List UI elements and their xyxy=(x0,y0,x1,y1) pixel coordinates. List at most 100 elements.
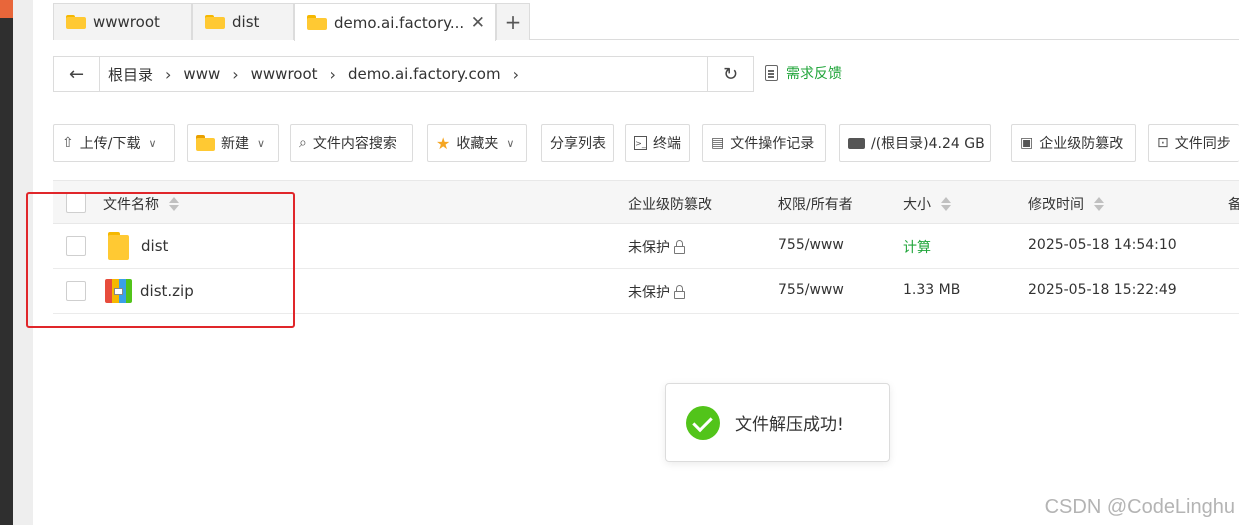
table-row[interactable]: dist 未保护 755/www 计算 2025-05-18 14:54:10 xyxy=(53,224,1239,269)
zip-archive-icon xyxy=(105,279,132,303)
tab-wwwroot[interactable]: wwwroot xyxy=(53,3,192,40)
header-size-label: 大小 xyxy=(903,197,931,213)
size-calc-link[interactable]: 计算 xyxy=(903,237,931,257)
search-content-label: 文件内容搜索 xyxy=(312,136,397,152)
toast-message: 文件解压成功! xyxy=(735,415,844,435)
permission-cell[interactable]: 755/www xyxy=(778,282,844,298)
log-icon: ▤ xyxy=(711,135,725,151)
chevron-right-icon[interactable]: › xyxy=(165,65,171,84)
disk-button[interactable]: /(根目录)4.24 GB xyxy=(839,124,991,162)
folder-icon xyxy=(307,15,327,30)
new-button[interactable]: 新建 ∨ xyxy=(187,124,279,162)
row-checkbox[interactable] xyxy=(66,281,86,301)
tab-label: wwwroot xyxy=(93,13,160,31)
success-toast: 文件解压成功! xyxy=(665,383,890,462)
upload-icon: ⇧ xyxy=(62,135,74,151)
new-folder-icon xyxy=(196,135,215,151)
breadcrumb-root[interactable]: 根目录 xyxy=(108,64,153,85)
header-mtime[interactable]: 修改时间 xyxy=(1028,194,1104,214)
header-tamper: 企业级防篡改 xyxy=(628,197,712,213)
sort-icon[interactable] xyxy=(169,197,179,211)
header-permission: 权限/所有者 xyxy=(778,197,853,213)
operation-log-button[interactable]: ▤ 文件操作记录 xyxy=(702,124,826,162)
tamper-button[interactable]: ▣ 企业级防篡改 xyxy=(1011,124,1136,162)
unlock-icon[interactable] xyxy=(674,240,685,254)
tab-bar: wwwroot dist demo.ai.factory... ✕ + xyxy=(53,0,1239,41)
breadcrumb-www[interactable]: www xyxy=(183,65,220,83)
sidebar-accent xyxy=(0,0,13,18)
permission-cell[interactable]: 755/www xyxy=(778,237,844,253)
back-arrow-icon[interactable]: ← xyxy=(54,57,100,91)
sort-icon[interactable] xyxy=(1094,197,1104,211)
favorites-button[interactable]: ★ 收藏夹 ∨ xyxy=(427,124,527,162)
header-name[interactable]: 文件名称 xyxy=(103,194,179,214)
chevron-right-icon[interactable]: › xyxy=(232,65,238,84)
terminal-icon: >_ xyxy=(634,136,647,150)
operation-log-label: 文件操作记录 xyxy=(730,136,815,152)
folder-icon xyxy=(66,14,86,30)
tab-label: dist xyxy=(232,13,260,31)
upload-download-button[interactable]: ⇧ 上传/下载 ∨ xyxy=(53,124,175,162)
chevron-down-icon: ∨ xyxy=(257,136,266,150)
file-sync-label: 文件同步 xyxy=(1174,136,1231,152)
tamper-status: 未保护 xyxy=(628,285,670,301)
search-icon: ⌕ xyxy=(299,135,307,151)
chevron-down-icon: ∨ xyxy=(506,136,515,150)
breadcrumb: 根目录 › www › wwwroot › demo.ai.factory.co… xyxy=(108,64,531,85)
close-icon[interactable]: ✕ xyxy=(471,13,485,33)
tamper-cell: 未保护 xyxy=(628,282,685,302)
mtime-cell: 2025-05-18 15:22:49 xyxy=(1028,282,1177,298)
shield-icon: ▣ xyxy=(1020,135,1034,151)
header-size[interactable]: 大小 xyxy=(903,194,951,214)
chevron-right-icon[interactable]: › xyxy=(330,65,336,84)
unlock-icon[interactable] xyxy=(674,285,685,299)
disk-label: /(根目录)4.24 GB xyxy=(871,136,985,152)
tab-demo-ai-factory[interactable]: demo.ai.factory... ✕ xyxy=(294,3,496,41)
chevron-right-icon[interactable]: › xyxy=(513,65,519,84)
share-list-label: 分享列表 xyxy=(550,136,606,152)
file-name-cell[interactable]: dist xyxy=(108,232,168,260)
document-icon xyxy=(765,65,778,81)
file-name[interactable]: dist xyxy=(141,237,168,255)
table-header: 文件名称 企业级防篡改 权限/所有者 大小 修改时间 备 xyxy=(53,180,1239,224)
disk-icon xyxy=(848,137,865,149)
feedback-label: 需求反馈 xyxy=(786,66,842,82)
sort-icon[interactable] xyxy=(941,197,951,211)
tab-label: demo.ai.factory... xyxy=(334,13,465,32)
breadcrumb-wwwroot[interactable]: wwwroot xyxy=(251,65,318,83)
tamper-label: 企业级防篡改 xyxy=(1039,136,1124,152)
folder-icon xyxy=(205,14,225,30)
select-all-checkbox[interactable] xyxy=(66,193,86,213)
watermark: CSDN @CodeLinghu xyxy=(1044,496,1235,518)
add-tab-button[interactable]: + xyxy=(496,3,530,40)
breadcrumb-demo[interactable]: demo.ai.factory.com xyxy=(348,65,501,83)
chevron-down-icon: ∨ xyxy=(148,136,157,150)
folder-icon xyxy=(108,232,129,260)
header-extra: 备 xyxy=(1228,197,1239,213)
star-icon: ★ xyxy=(436,133,451,153)
file-name-cell[interactable]: dist.zip xyxy=(105,279,194,303)
share-list-button[interactable]: 分享列表 xyxy=(541,124,614,162)
file-manager: wwwroot dist demo.ai.factory... ✕ + ← 根目… xyxy=(33,0,1239,525)
search-content-button[interactable]: ⌕ 文件内容搜索 xyxy=(290,124,413,162)
file-name[interactable]: dist.zip xyxy=(140,282,194,300)
feedback-link[interactable]: 需求反馈 xyxy=(765,63,842,83)
mtime-cell: 2025-05-18 14:54:10 xyxy=(1028,237,1177,253)
sync-folder-icon: ⊡ xyxy=(1157,135,1169,151)
tab-dist[interactable]: dist xyxy=(192,3,294,40)
row-checkbox[interactable] xyxy=(66,236,86,256)
tamper-cell: 未保护 xyxy=(628,237,685,257)
upload-label: 上传/下载 xyxy=(79,136,141,152)
check-circle-icon xyxy=(686,405,720,440)
sidebar-dark-edge xyxy=(0,0,13,525)
header-mtime-label: 修改时间 xyxy=(1028,197,1084,213)
refresh-button[interactable]: ↻ xyxy=(707,56,754,92)
terminal-button[interactable]: >_ 终端 xyxy=(625,124,690,162)
address-bar[interactable]: ← 根目录 › www › wwwroot › demo.ai.factory.… xyxy=(53,56,754,92)
favorites-label: 收藏夹 xyxy=(456,136,499,152)
tamper-status: 未保护 xyxy=(628,240,670,256)
table-row[interactable]: dist.zip 未保护 755/www 1.33 MB 2025-05-18 … xyxy=(53,269,1239,314)
left-sidebar-strip xyxy=(0,0,33,525)
new-label: 新建 xyxy=(221,136,249,152)
file-sync-button[interactable]: ⊡ 文件同步 xyxy=(1148,124,1239,162)
